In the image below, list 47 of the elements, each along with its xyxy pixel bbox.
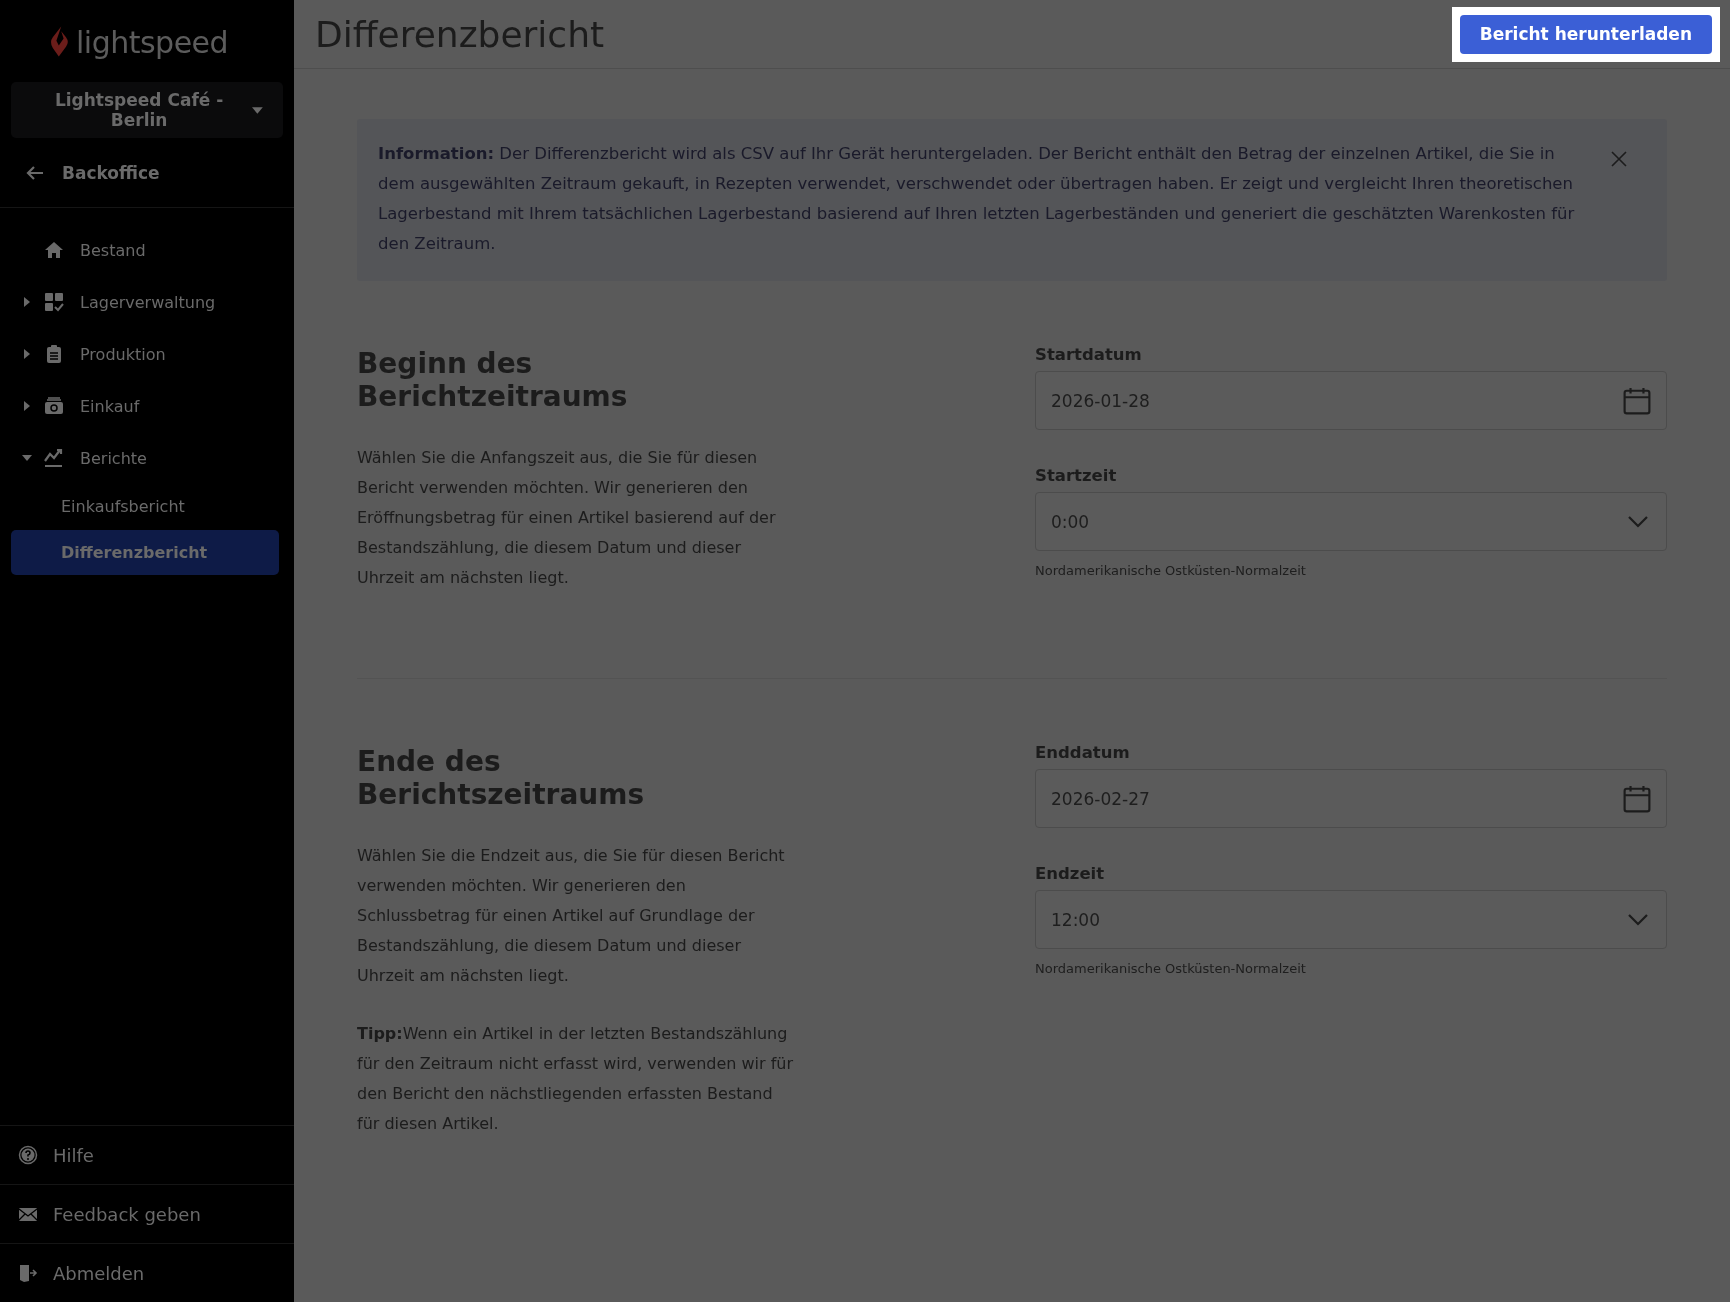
nav-item[interactable]: Produktion (0, 328, 294, 380)
line-chart-icon (44, 448, 64, 468)
close-icon (1611, 151, 1627, 167)
banknote-icon (44, 396, 64, 416)
calendar-icon (1623, 784, 1651, 813)
chevron-down-icon (1628, 515, 1648, 528)
nav-subitem[interactable]: Einkaufsbericht (11, 484, 279, 530)
nav-item[interactable]: Berichte (0, 432, 294, 484)
back-label: Backoffice (62, 162, 160, 183)
nav-item[interactable]: Bestand (0, 224, 294, 276)
nav-subitem[interactable]: Differenzbericht (11, 530, 279, 575)
description-text: Tipp:Wenn ein Artikel in der letzten Bestandszählung für den Zeitraum nicht erfasst wird, verwenden wir für den Bericht den nächstliegenden erfassten Bestand für diesen Artikel. (357, 1023, 795, 1135)
date-field[interactable]: 2026-01-28 (1035, 371, 1667, 430)
nav-item[interactable]: Einkauf (0, 380, 294, 432)
time-select[interactable]: 12:00 (1035, 890, 1667, 949)
clipboard-icon (44, 344, 64, 364)
section-heading: Beginn des Berichtzeitraums (357, 347, 629, 413)
grid-check-icon (44, 292, 64, 312)
field-label: Enddatum (1035, 743, 1131, 762)
chevron-down-icon (1628, 913, 1648, 926)
section-heading: Ende des Berichtszeitraums (357, 745, 646, 811)
back-link[interactable]: Backoffice (0, 138, 294, 208)
date-field[interactable]: 2026-02-27 (1035, 769, 1667, 828)
nav-item[interactable]: Lagerverwaltung (0, 276, 294, 328)
footer-link[interactable]: Feedback geben (0, 1184, 294, 1243)
timezone-hint: Nordamerikanische Ostküsten-Normalzeit (1035, 961, 1307, 976)
footer-link[interactable]: Hilfe (0, 1125, 294, 1184)
house-icon (44, 240, 64, 260)
calendar-icon (1623, 386, 1651, 415)
info-text: Information: Der Differenzbericht wird als CSV auf Ihr Gerät heruntergeladen. Der Bericht enthält den Betrag der einzelnen Artikel, die Sie in dem ausgewählten Zeitraum gekauft, in Rezepten verwendet, verschwendet oder übertragen haben. Er zeigt und vergleicht Ihren theoretischen Lagerbestand mit Ihrem tatsächlichen Lagerbestand basierend auf Ihren letzten Lagerbeständen und generiert die geschätzten Warenkosten für den Zeitraum. (378, 143, 1576, 255)
time-select[interactable]: 0:00 (1035, 492, 1667, 551)
brand-name: lightspeed (76, 24, 229, 60)
field-label: Startdatum (1035, 345, 1143, 364)
download-button[interactable]: Bericht herunterladen (1459, 14, 1712, 54)
caret-icon (252, 106, 263, 114)
field-label: Startzeit (1035, 466, 1118, 485)
description-text: Wählen Sie die Endzeit aus, die Sie für diesen Bericht verwenden möchten. Wir generieren den Schlussbetrag für einen Artikel auf Grundlage der Bestandszählung, die diesem Datum und dieser Uhrzeit am nächsten liegt. (357, 845, 786, 987)
description-text: Wählen Sie die Anfangszeit aus, die Sie für diesen Bericht verwenden möchten. Wir generieren den Eröffnungsbetrag für einen Artikel basierend auf der Bestandszählung, die diesem Datum und dieser Uhrzeit am nächsten liegt. (357, 447, 777, 589)
door-exit-icon (18, 1263, 38, 1283)
timezone-hint: Nordamerikanische Ostküsten-Normalzeit (1035, 563, 1307, 578)
store-name: Lightspeed Café - Berlin (53, 90, 225, 130)
field-label: Endzeit (1035, 864, 1106, 883)
page-title: Differenzbericht (315, 13, 605, 55)
help-icon (18, 1145, 38, 1165)
store-dropdown[interactable]: Lightspeed Café - Berlin (11, 82, 283, 138)
arrow-left-icon (26, 165, 44, 180)
footer-link[interactable]: Abmelden (0, 1243, 294, 1302)
